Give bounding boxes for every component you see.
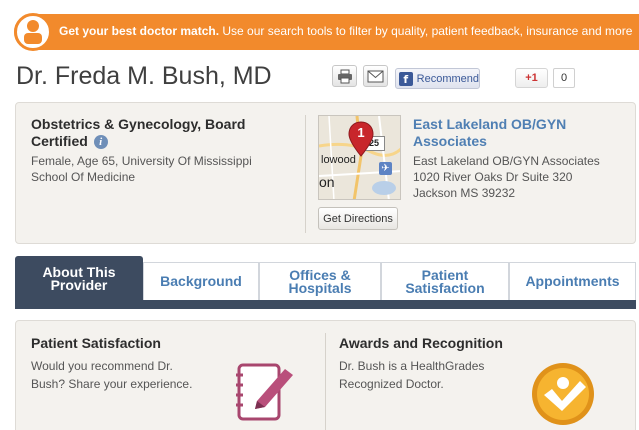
card-divider	[305, 115, 306, 233]
print-button[interactable]	[332, 65, 357, 87]
patient-satisfaction-text: Would you recommend Dr. Bush? Share your…	[31, 359, 193, 391]
facebook-icon: f	[399, 71, 413, 86]
patient-satisfaction-title: Patient Satisfaction	[31, 335, 161, 351]
google-plus-one-button[interactable]: +1	[515, 68, 548, 88]
map-pin-icon[interactable]: 1	[348, 121, 374, 162]
banner-text: Get your best doctor match. Use our sear…	[59, 24, 633, 38]
tabs-baseline	[15, 300, 636, 309]
practice-address: East Lakeland OB/GYN Associates 1020 Riv…	[413, 153, 628, 201]
provider-info-card: Obstetrics & Gynecology, Board Certified…	[15, 102, 636, 244]
facebook-recommend-label: Recommend	[416, 72, 479, 85]
facebook-recommend-button[interactable]: f Recommend	[395, 68, 480, 89]
envelope-icon	[367, 70, 384, 82]
location-map[interactable]: 25 lowood on ✈ 1	[318, 115, 401, 200]
recognized-doctor-badge-icon	[530, 361, 596, 430]
tab-about-provider[interactable]: About This Provider	[15, 256, 143, 300]
printer-icon	[337, 69, 352, 83]
google-plus-count: 0	[553, 68, 575, 88]
address-line: East Lakeland OB/GYN Associates	[413, 154, 600, 168]
info-icon[interactable]: i	[93, 135, 108, 149]
person-icon	[14, 13, 52, 51]
map-partial-label: on	[319, 174, 335, 190]
address-line: 1020 River Oaks Dr Suite 320	[413, 170, 573, 184]
doctor-match-banner[interactable]: Get your best doctor match. Use our sear…	[14, 13, 639, 51]
practice-name-link[interactable]: East Lakeland OB/GYN Associates	[413, 116, 613, 150]
doctor-name: Dr. Freda M. Bush, MD	[16, 62, 272, 90]
provider-highlights-card: Patient Satisfaction Would you recommend…	[15, 320, 636, 430]
tab-offices-hospitals[interactable]: Offices & Hospitals	[259, 262, 381, 300]
get-directions-button[interactable]: Get Directions	[318, 207, 398, 230]
google-plus-label: +1	[525, 72, 538, 84]
tab-appointments[interactable]: Appointments	[509, 262, 636, 300]
specialty-title: Obstetrics & Gynecology, Board Certified…	[31, 116, 281, 150]
awards-text: Dr. Bush is a HealthGrades Recognized Do…	[339, 359, 485, 391]
notebook-pen-icon[interactable]	[233, 361, 297, 428]
bio-line: School Of Medicine	[31, 170, 136, 184]
airport-icon: ✈	[379, 162, 392, 175]
section-divider	[325, 333, 326, 430]
map-pin-number: 1	[357, 125, 365, 140]
email-button[interactable]	[363, 65, 388, 87]
bio-line: Female, Age 65, University Of Mississipp…	[31, 154, 252, 168]
tab-patient-satisfaction[interactable]: Patient Satisfaction	[381, 262, 509, 300]
provider-bio: Female, Age 65, University Of Mississipp…	[31, 153, 271, 185]
awards-title: Awards and Recognition	[339, 335, 503, 351]
profile-tabs: About This Provider Background Offices & H…	[15, 256, 636, 309]
specialty-label: Obstetrics & Gynecology, Board Certified	[31, 116, 246, 149]
tab-background[interactable]: Background	[143, 262, 259, 300]
address-line: Jackson MS 39232	[413, 186, 516, 200]
